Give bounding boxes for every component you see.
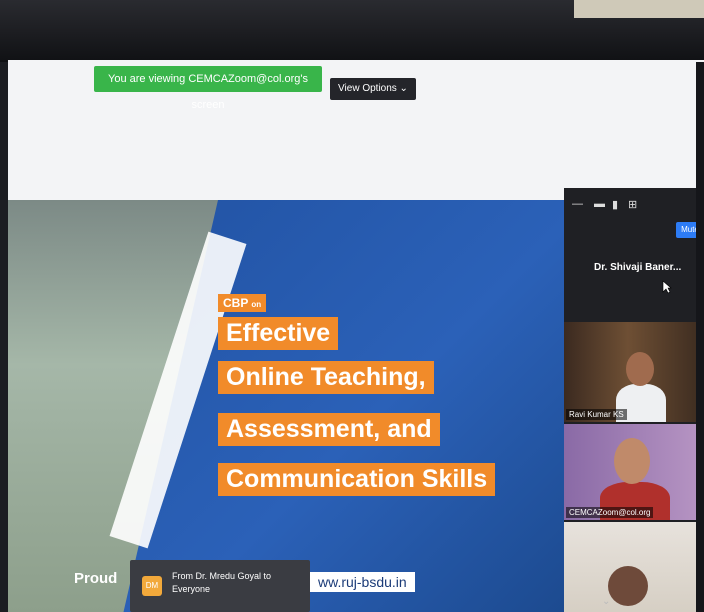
participant-face	[626, 352, 654, 386]
active-speaker-card[interactable]: Dr. Shivaji Baner...	[564, 244, 704, 314]
view-options-button[interactable]: View Options ⌄	[330, 78, 416, 100]
slide-title-line-2: Online Teaching,	[218, 361, 434, 394]
slide-footer-proud: Proud	[74, 570, 118, 587]
speaker-view-icon[interactable]: ▬	[594, 198, 605, 210]
gallery-view-icon[interactable]: ⊞	[628, 198, 637, 211]
participant-name-2: CEMCAZoom@col.org	[566, 507, 654, 518]
participant-panel: — ▬ ▮ ⊞ Mute Dr. Shivaji Baner... Ravi K…	[564, 188, 704, 612]
chevron-down-icon[interactable]: ⌄	[602, 596, 610, 607]
participant-face	[608, 566, 648, 606]
slide-title-line-4: Communication Skills	[218, 463, 496, 496]
participant-face	[614, 438, 650, 484]
participant-tile-1[interactable]: Ravi Kumar KS	[564, 322, 704, 422]
zoom-screen: You are viewing CEMCAZoom@col.org's scre…	[8, 60, 704, 612]
participant-name-1: Ravi Kumar KS	[566, 409, 627, 420]
chat-line-2: Everyone	[172, 584, 211, 594]
slide-website: ww.ruj-bsdu.in	[310, 572, 415, 592]
participant-tile-3[interactable]	[564, 522, 704, 612]
participant-tile-2[interactable]: CEMCAZoom@col.org	[564, 424, 704, 520]
cursor-icon	[662, 280, 672, 294]
chat-line-1: From Dr. Mredu Goyal to	[172, 571, 272, 581]
background-wall	[574, 0, 704, 18]
minimize-icon[interactable]: —	[572, 198, 583, 210]
slide-title-line-3: Assessment, and	[218, 413, 440, 446]
chat-notification[interactable]: DM From Dr. Mredu Goyal to Everyone	[130, 560, 310, 612]
cbp-on-text: on	[251, 300, 262, 309]
chat-message: From Dr. Mredu Goyal to Everyone	[172, 570, 271, 596]
monitor-edge	[696, 62, 704, 612]
strip-view-icon[interactable]: ▮	[612, 198, 618, 211]
cbp-logo-text: CBP	[223, 296, 249, 310]
slide-title-line-1: Effective	[218, 317, 339, 350]
cbp-logo: CBP on	[218, 294, 267, 312]
chat-avatar: DM	[142, 576, 162, 596]
shared-slide: CBP on Effective Online Teaching, Assessm…	[8, 200, 568, 612]
screen-share-banner: You are viewing CEMCAZoom@col.org's scre…	[94, 66, 322, 111]
active-speaker-name: Dr. Shivaji Baner...	[594, 262, 682, 273]
